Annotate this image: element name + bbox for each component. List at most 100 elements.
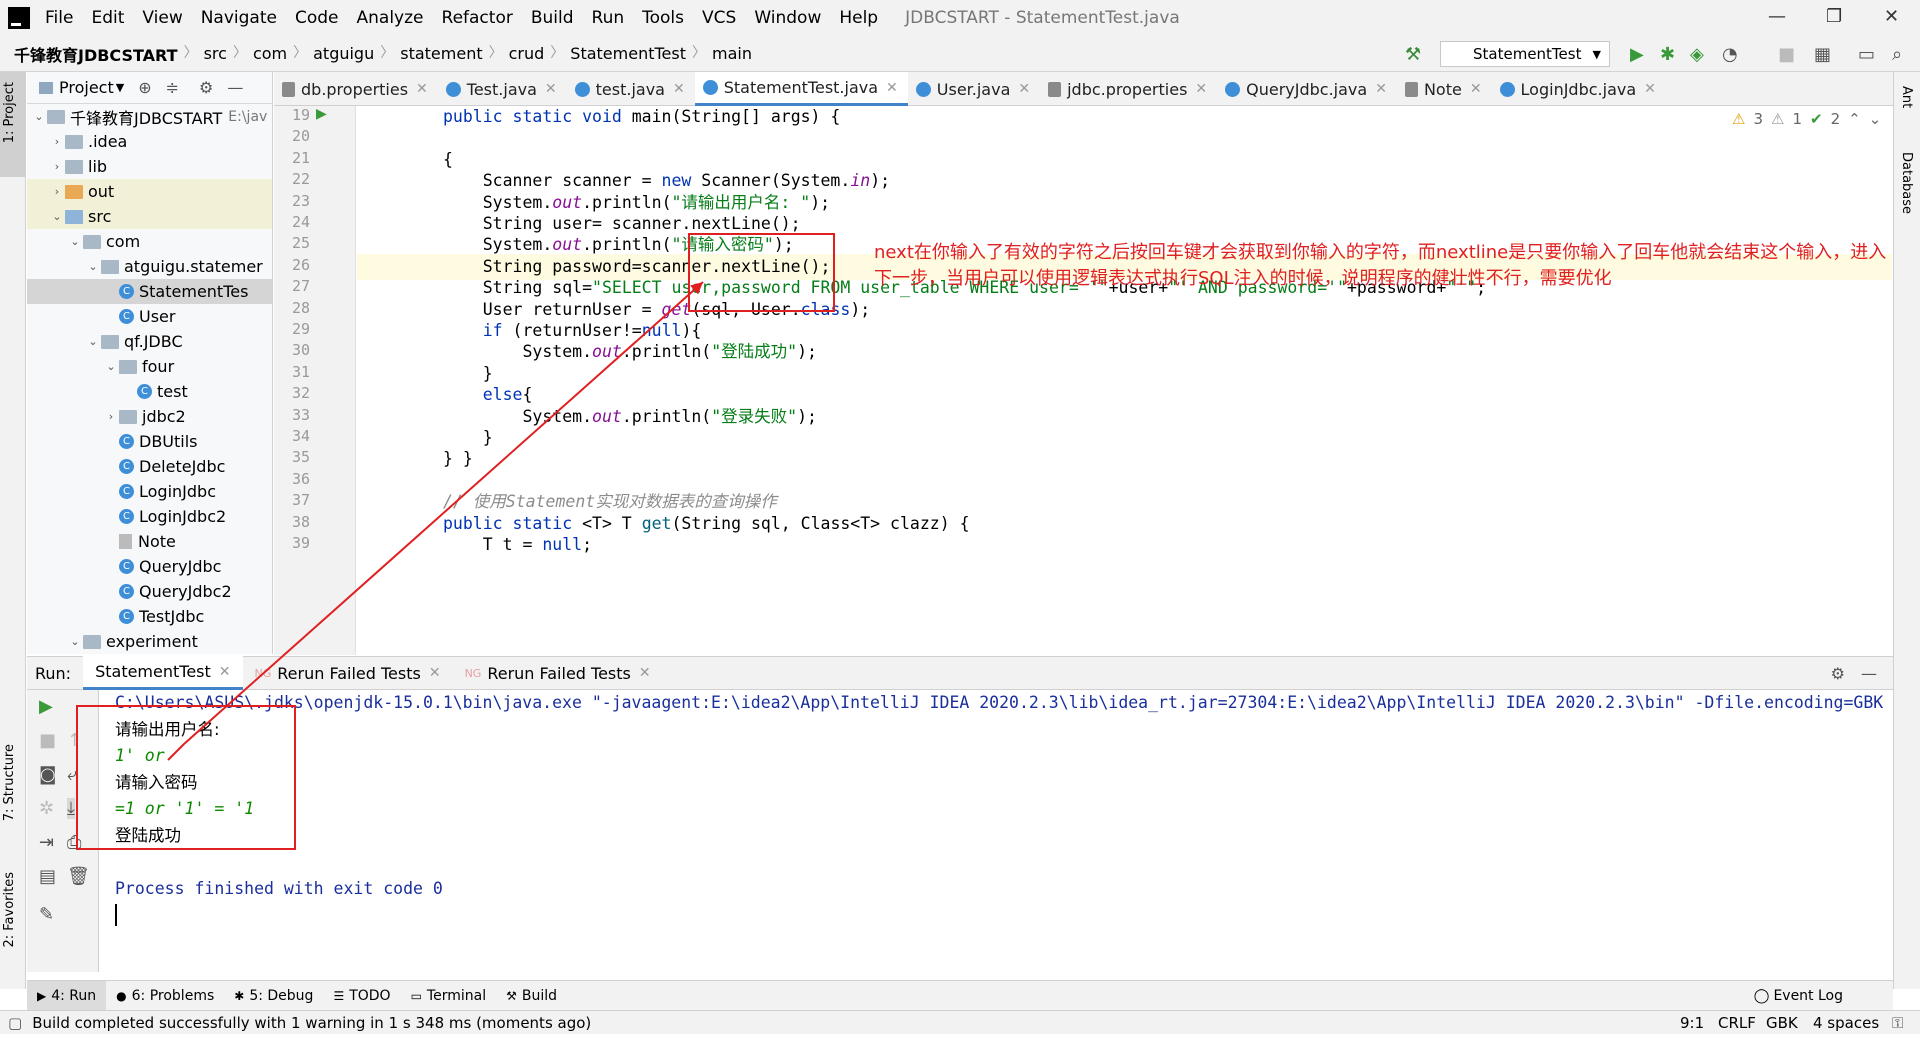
close-tab-icon[interactable]: ✕ [545,81,557,97]
tree-item[interactable]: C LoginJdbc2 [27,504,272,529]
line-number[interactable]: 34 [274,427,310,445]
line-number[interactable]: 38 [274,513,310,531]
bottom-tool-tab[interactable]: ▶ 4: Run [27,980,107,1011]
run-tab[interactable]: NG Rerun Failed Tests ✕ [243,656,453,690]
close-tab-icon[interactable]: ✕ [429,665,441,681]
tree-item[interactable]: Note [27,529,272,554]
line-number[interactable]: 35 [274,448,310,466]
maximize-icon[interactable]: ❐ [1826,6,1842,27]
chevron-right-icon[interactable]: › [49,185,65,198]
tree-item[interactable]: ⌄ 千锋教育JDBCSTART E:\jav [27,104,272,129]
line-number[interactable]: 23 [274,192,310,210]
tree-item[interactable]: Ctest [27,379,272,404]
breadcrumb-item[interactable]: atguigu [307,42,380,66]
layout-icon[interactable]: ▤ [39,866,56,887]
debug-icon[interactable]: ✱ [1660,44,1675,65]
menu-window[interactable]: Window [745,8,830,28]
tree-item[interactable]: C LoginJdbc [27,479,272,504]
menu-vcs[interactable]: VCS [693,8,745,28]
tree-item[interactable]: C User [27,304,272,329]
editor-tab[interactable]: test.java ✕ [567,72,695,106]
bottom-tool-tab[interactable]: ✱ 5: Debug [224,981,323,1011]
structure-tool-label[interactable]: 7: Structure [2,744,17,821]
print-icon[interactable]: ⎙ [67,832,81,853]
menu-help[interactable]: Help [830,8,887,28]
tree-item[interactable]: › out [27,179,272,204]
code-line[interactable]: System.out.println("登录失败"); [443,404,817,430]
chevron-down-icon[interactable]: ⌄ [67,235,83,248]
close-tab-icon[interactable]: ✕ [1470,81,1482,97]
editor-tab[interactable]: QueryJdbc.java ✕ [1217,72,1397,106]
line-number[interactable]: 21 [274,149,310,167]
inspection-widget[interactable]: ⚠ 3 ⚠ 1 ✔ 2 ⌃ ⌄ [1732,110,1881,128]
project-structure-icon[interactable]: ▦ [1814,44,1831,65]
tree-item[interactable]: › jdbc2 [27,404,272,429]
close-tab-icon[interactable]: ✕ [639,665,651,681]
breadcrumb-item[interactable]: main [706,42,758,66]
breadcrumb-item[interactable]: statement [394,42,488,66]
editor-tab[interactable]: StatementTest.java ✕ [694,72,908,106]
bottom-tool-tab[interactable]: ☰ TODO [323,981,400,1011]
menu-tools[interactable]: Tools [633,8,693,28]
close-tab-icon[interactable]: ✕ [1644,81,1656,97]
chevron-right-icon[interactable]: › [49,160,65,173]
close-tab-icon[interactable]: ✕ [219,664,231,680]
line-number[interactable]: 31 [274,363,310,381]
indent-setting[interactable]: 4 spaces [1813,1014,1879,1032]
tree-item[interactable]: C TestJdbc [27,604,272,629]
breadcrumb-item[interactable]: 千锋教育JDBCSTART [8,42,184,66]
tree-item[interactable]: C QueryJdbc2 [27,579,272,604]
run-icon[interactable]: ▶ [1630,44,1644,65]
editor-tab[interactable]: Note ✕ [1397,72,1492,106]
chevron-down-icon[interactable]: ⌄ [1869,110,1882,128]
gear-icon[interactable]: ⚙ [1831,664,1845,683]
menu-code[interactable]: Code [286,8,348,28]
line-number[interactable]: 32 [274,384,310,402]
run-tab[interactable]: NG Rerun Failed Tests ✕ [453,656,663,690]
line-number[interactable]: 33 [274,406,310,424]
ant-tool-label[interactable]: Ant [1899,86,1914,108]
tree-item[interactable]: ⌄ atguigu.statemer [27,254,272,279]
menu-run[interactable]: Run [583,8,634,28]
status-message[interactable]: Build completed successfully with 1 warn… [32,1014,591,1032]
breadcrumb-item[interactable]: crud [503,42,551,66]
menu-view[interactable]: View [133,8,191,28]
breadcrumb-item[interactable]: src [198,42,233,66]
code-editor[interactable]: public static void main(String[] args) {… [357,106,1893,655]
tree-item[interactable]: › .idea [27,129,272,154]
hide-panel-icon[interactable]: — [1861,664,1877,683]
chevron-right-icon[interactable]: › [49,135,65,148]
stop-icon[interactable]: ■ [1778,44,1795,65]
chevron-down-icon[interactable]: ⌄ [85,335,101,348]
close-tab-icon[interactable]: ✕ [1195,81,1207,97]
layout-toggle-icon[interactable]: ▢ [8,1014,22,1032]
tree-item[interactable]: C DeleteJdbc [27,454,272,479]
close-tab-icon[interactable]: ✕ [416,81,428,97]
rerun-icon[interactable]: ▶ [39,696,53,717]
chevron-down-icon[interactable]: ⌄ [31,110,47,123]
camera-icon[interactable]: ◙ [39,764,56,785]
close-tab-icon[interactable]: ✕ [1018,81,1030,97]
run-tab[interactable]: StatementTest ✕ [83,656,243,690]
line-number[interactable]: 22 [274,170,310,188]
search-everywhere-icon[interactable]: ⌕ [1892,44,1902,65]
line-number[interactable]: 29 [274,320,310,338]
editor-tab[interactable]: jdbc.properties ✕ [1040,72,1217,106]
menu-build[interactable]: Build [522,8,583,28]
console-output[interactable]: C:\Users\ASUS\.jdks\openjdk-15.0.1\bin\j… [100,690,1893,972]
gear-icon[interactable]: ⚙ [199,78,213,97]
chevron-right-icon[interactable]: › [103,410,119,423]
hide-panel-icon[interactable]: — [227,78,243,97]
code-line[interactable]: T t = null; [443,532,592,558]
coverage-icon[interactable]: ◈ [1690,44,1704,65]
tree-item[interactable]: ⌄ experiment [27,629,272,654]
line-number[interactable]: 28 [274,299,310,317]
chevron-down-icon[interactable]: ⌄ [103,360,119,373]
chevron-down-icon[interactable]: ⌄ [67,635,83,648]
caret-position[interactable]: 9:1 [1680,1014,1704,1032]
line-number[interactable]: 20 [274,127,310,145]
profile-icon[interactable]: ◔ [1722,44,1738,65]
editor-tab[interactable]: User.java ✕ [908,72,1040,106]
close-tab-icon[interactable]: ✕ [886,80,898,96]
editor-tab[interactable]: Test.java ✕ [438,72,567,106]
